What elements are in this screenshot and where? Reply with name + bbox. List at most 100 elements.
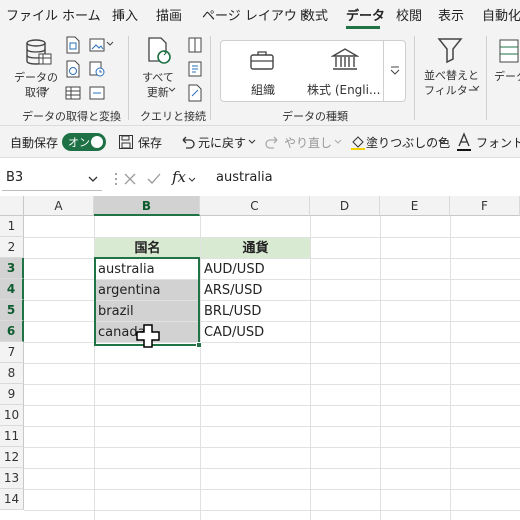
chevron-down-icon [472, 85, 480, 90]
redo-button[interactable]: やり直し [284, 134, 332, 151]
save-button[interactable]: 保存 [138, 134, 162, 151]
fill-handle[interactable] [196, 342, 202, 348]
formula-controls: fx [104, 167, 204, 191]
refresh-all-button[interactable]: すべて 更新 [142, 70, 174, 100]
cell-c5[interactable]: BRL/USD [201, 301, 310, 322]
worksheet-grid: A B C D E F 1 2 3 4 5 6 7 8 9 10 11 12 1… [0, 196, 520, 520]
tab-file[interactable]: ファイル [6, 5, 58, 24]
column-header-a[interactable]: A [24, 196, 94, 216]
ribbon: データの 取得 データの取得と変換 すべて 更新 クエリと接続 組織 株式 (E… [0, 30, 520, 126]
more-chevron-icon [390, 66, 400, 75]
tab-insert[interactable]: 挿入 [112, 5, 138, 24]
name-box-value: B3 [6, 170, 24, 185]
toggle-knob [91, 136, 103, 148]
quick-access-toolbar: 自動保存 オン 保存 元に戻す やり直し 塗りつぶしの色 フォント [0, 126, 520, 158]
row-header-12[interactable]: 12 [0, 447, 24, 468]
database-icon[interactable] [24, 38, 52, 68]
row-header-8[interactable]: 8 [0, 363, 24, 384]
text-csv-icon[interactable] [64, 36, 82, 54]
data-tools-button[interactable]: データ [494, 68, 520, 84]
edit-links-icon[interactable] [186, 84, 204, 102]
cell-cursor-icon [136, 324, 160, 348]
refresh-all-icon[interactable] [146, 36, 174, 66]
undo-button[interactable]: 元に戻す [198, 134, 246, 151]
insert-function-button[interactable]: fx [172, 168, 186, 186]
active-tab-indicator [346, 26, 380, 29]
tab-page-layout[interactable]: ページ レイアウト [202, 5, 310, 24]
undo-icon[interactable] [180, 134, 196, 150]
chevron-down-icon[interactable] [334, 138, 342, 146]
cancel-icon[interactable] [122, 171, 138, 187]
data-types-gallery: 組織 株式 (Engli... [220, 40, 406, 102]
column-header-b[interactable]: B [94, 196, 200, 216]
autosave-label: 自動保存 [10, 136, 59, 150]
get-data-button[interactable]: データの 取得 [14, 70, 58, 100]
name-box[interactable]: B3 [2, 167, 102, 191]
cell-c2[interactable]: 通貨 [201, 238, 310, 258]
chevron-down-icon [168, 87, 176, 92]
group-label-data-types: データの種類 [282, 110, 348, 123]
group-label-get-transform: データの取得と変換 [22, 110, 121, 123]
fill-color-icon[interactable] [350, 134, 366, 150]
web-icon[interactable] [64, 60, 82, 78]
sort-filter-button[interactable]: 並べ替えと フィルター [424, 68, 479, 98]
chevron-down-icon [106, 41, 114, 46]
column-header-d[interactable]: D [310, 196, 380, 216]
tab-home[interactable]: ホーム [62, 5, 101, 24]
bank-icon[interactable] [331, 47, 359, 73]
tab-formulas[interactable]: 数式 [302, 5, 328, 24]
chevron-down-icon[interactable] [248, 138, 256, 146]
recent-sources-icon[interactable] [88, 60, 106, 78]
row-header-6[interactable]: 6 [0, 321, 24, 342]
column-header-e[interactable]: E [380, 196, 450, 216]
menu-bar: ファイル ホーム 挿入 描画 ページ レイアウト 数式 データ 校閲 表示 自動… [0, 0, 520, 30]
row-header-2[interactable]: 2 [0, 237, 24, 258]
row-header-10[interactable]: 10 [0, 405, 24, 426]
select-all-corner[interactable] [0, 196, 24, 216]
properties-icon[interactable] [186, 60, 204, 78]
row-header-1[interactable]: 1 [0, 216, 24, 237]
cell-c6[interactable]: CAD/USD [201, 322, 310, 343]
tab-review[interactable]: 校閲 [396, 5, 422, 24]
gallery-more-button[interactable] [383, 41, 405, 101]
save-icon[interactable] [118, 134, 134, 150]
row-header-3[interactable]: 3 [0, 258, 24, 279]
row-header-7[interactable]: 7 [0, 342, 24, 363]
tab-view[interactable]: 表示 [438, 5, 464, 24]
tab-automate[interactable]: 自動化 [482, 5, 520, 24]
font-button[interactable]: フォント [476, 134, 520, 151]
redo-icon[interactable] [264, 134, 280, 150]
image-data-icon[interactable] [88, 36, 106, 54]
group-label-queries: クエリと接続 [140, 110, 206, 123]
row-header-13[interactable]: 13 [0, 468, 24, 489]
font-color-icon[interactable] [456, 132, 472, 152]
queries-connections-icon[interactable] [186, 36, 204, 54]
table-range-icon[interactable] [64, 84, 82, 102]
column-header-f[interactable]: F [450, 196, 520, 216]
existing-connections-icon[interactable] [88, 84, 106, 102]
data-type-stocks[interactable]: 株式 (Engli... [307, 81, 380, 98]
chevron-down-icon [42, 87, 50, 92]
enter-check-icon[interactable] [146, 171, 162, 187]
cell-c4[interactable]: ARS/USD [201, 280, 310, 301]
filter-icon[interactable] [436, 36, 464, 64]
chevron-down-icon[interactable] [438, 138, 446, 146]
row-header-11[interactable]: 11 [0, 426, 24, 447]
tab-data[interactable]: データ [346, 5, 385, 24]
toggle-state: オン [68, 136, 90, 149]
row-header-14[interactable]: 14 [0, 489, 24, 510]
autosave-toggle[interactable]: オン [62, 133, 106, 151]
formula-bar: B3 fx australia [0, 163, 520, 195]
chevron-down-icon[interactable] [88, 176, 98, 184]
row-header-4[interactable]: 4 [0, 279, 24, 300]
column-header-c[interactable]: C [200, 196, 310, 216]
data-tools-icon[interactable] [498, 38, 520, 64]
row-header-9[interactable]: 9 [0, 384, 24, 405]
data-type-organization[interactable]: 組織 [251, 81, 275, 98]
cell-c3[interactable]: AUD/USD [201, 259, 310, 280]
briefcase-icon[interactable] [249, 49, 275, 71]
tab-draw[interactable]: 描画 [156, 5, 182, 24]
cell-b2[interactable]: 国名 [95, 238, 200, 258]
formula-input[interactable]: australia [216, 170, 273, 185]
row-header-5[interactable]: 5 [0, 300, 24, 321]
